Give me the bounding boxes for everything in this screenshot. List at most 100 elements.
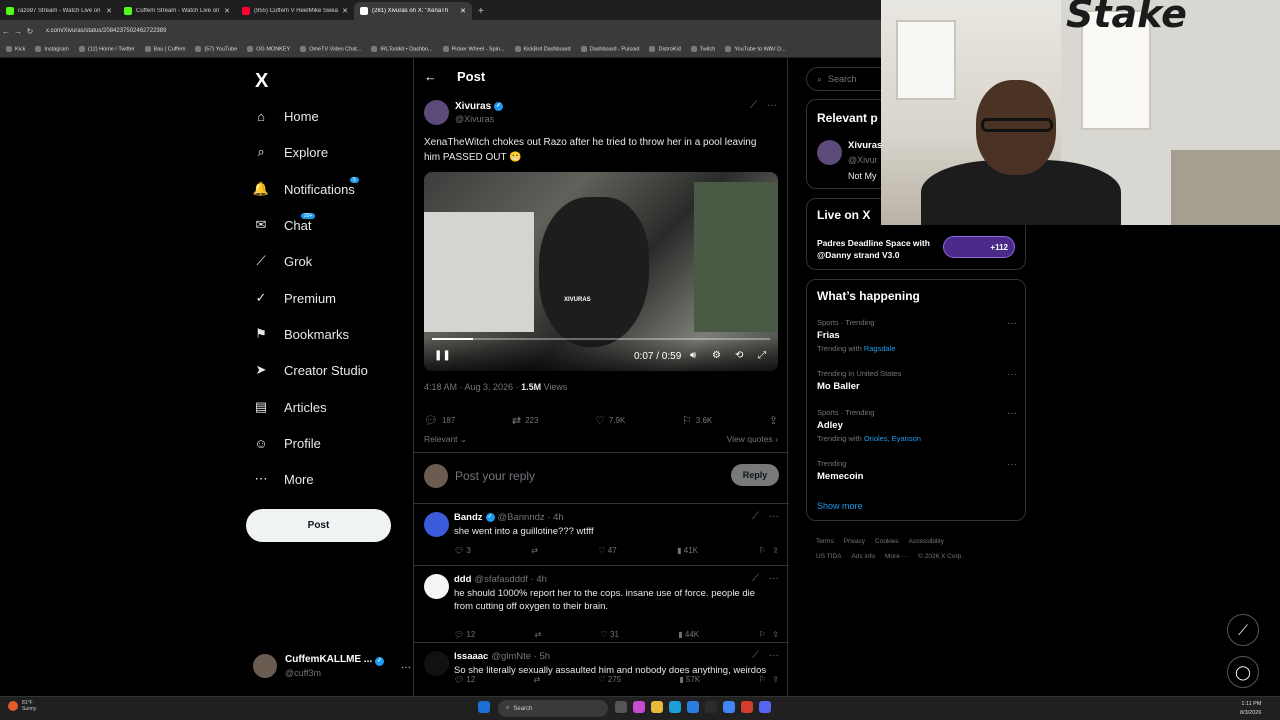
- sidebar-item-grok[interactable]: ⟋ Grok: [252, 252, 312, 270]
- grok-icon[interactable]: ⟋: [752, 511, 759, 522]
- avatar[interactable]: [424, 574, 449, 599]
- bookmark-item[interactable]: Bau | Cuffem: [144, 46, 185, 53]
- share-icon[interactable]: ⇪: [772, 546, 779, 555]
- task-view-icon[interactable]: [615, 701, 627, 713]
- file-explorer-icon[interactable]: [651, 701, 663, 713]
- mail-icon[interactable]: [687, 701, 699, 713]
- footer-link[interactable]: Terms: [816, 538, 834, 545]
- more-icon[interactable]: ···: [401, 662, 411, 673]
- store-icon[interactable]: [705, 701, 717, 713]
- fullscreen-icon[interactable]: ⤢: [758, 350, 766, 361]
- repost-action[interactable]: ⇄ 223: [512, 414, 539, 427]
- comment-author[interactable]: ddd: [454, 574, 471, 585]
- sidebar-item-notifications[interactable]: 🔔 5 Notifications: [252, 177, 359, 198]
- views-action[interactable]: ▮ 41K: [677, 546, 698, 555]
- bookmark-item[interactable]: YouTube to WAV D...: [725, 46, 786, 53]
- close-icon[interactable]: ✕: [106, 7, 112, 15]
- more-icon[interactable]: ···: [769, 573, 779, 584]
- views-action[interactable]: ▮ 57K: [679, 675, 700, 684]
- bookmark-item[interactable]: DistroKid: [649, 46, 681, 53]
- share-icon[interactable]: ⇪: [772, 630, 779, 639]
- view-quotes-link[interactable]: View quotes ›: [727, 434, 778, 445]
- trend-link[interactable]: Ragsdale: [864, 344, 896, 353]
- comment-item[interactable]: Bandz ✓ @Bannndz · 4h she went into a guill…: [414, 504, 789, 566]
- bookmark-item[interactable]: (57) YouTube: [195, 46, 237, 53]
- discord-icon[interactable]: [759, 701, 771, 713]
- bookmark-item[interactable]: Instagram: [35, 46, 69, 53]
- sidebar-item-creator-studio[interactable]: ➤ Creator Studio: [252, 361, 368, 379]
- post-button[interactable]: Post: [246, 509, 391, 542]
- bookmark-icon[interactable]: ⚐: [758, 546, 765, 555]
- app-icon[interactable]: [633, 701, 645, 713]
- bookmark-item[interactable]: (12) Home / Twitter: [78, 46, 135, 53]
- obs-icon[interactable]: [741, 701, 753, 713]
- bookmark-icon[interactable]: ⚐: [758, 675, 765, 684]
- browser-tab[interactable]: Cuffem Stream - Watch Live on ✕: [118, 2, 236, 20]
- trend-item[interactable]: Sports · Trending Adley Trending with Orio…: [817, 408, 1017, 443]
- taskbar-search[interactable]: ⌕ Search: [498, 700, 608, 717]
- grok-floating-button[interactable]: ⟋: [1227, 614, 1259, 646]
- browser-tab-active[interactable]: (281) Xivuras on X: "XenaTh ✕: [354, 2, 472, 20]
- reply-action[interactable]: 💬︎ 12: [454, 675, 475, 684]
- like-action[interactable]: ♡ 7.9K: [595, 414, 625, 427]
- like-action[interactable]: ♡ 31: [601, 630, 619, 639]
- grok-icon[interactable]: ⟋: [752, 650, 759, 661]
- edge-icon[interactable]: [669, 701, 681, 713]
- new-tab-button[interactable]: +: [472, 6, 490, 17]
- settings-icon[interactable]: ⚙: [712, 350, 721, 361]
- windows-start-icon[interactable]: [478, 701, 490, 713]
- show-more-link[interactable]: Show more: [817, 501, 863, 511]
- footer-link[interactable]: Ads info: [852, 553, 876, 560]
- x-logo-icon[interactable]: X: [255, 70, 268, 93]
- more-icon[interactable]: ···: [1007, 318, 1017, 329]
- comment-author[interactable]: Bandz: [454, 512, 483, 523]
- reply-action[interactable]: 💬︎ 12: [454, 630, 475, 639]
- avatar[interactable]: [817, 140, 842, 165]
- back-arrow-icon[interactable]: ←: [424, 69, 437, 84]
- comment-author[interactable]: lssaaac: [454, 651, 488, 662]
- footer-link[interactable]: US TIDA: [816, 553, 842, 560]
- volume-icon[interactable]: 🔊︎: [690, 350, 696, 361]
- bookmark-item[interactable]: Twitch: [690, 46, 715, 53]
- url-field[interactable]: x.com/Xivuras/status/2084237502462722389: [46, 28, 166, 34]
- bookmark-item[interactable]: KickBot Dashboard: [514, 46, 571, 53]
- bookmark-action[interactable]: ⚐ 3.6K: [682, 414, 712, 427]
- repost-icon[interactable]: ⇄: [534, 675, 541, 684]
- reply-action[interactable]: 💬︎ 187: [424, 414, 455, 427]
- system-clock[interactable]: 1:11 PM 8/3/2026: [1240, 700, 1261, 718]
- trend-item[interactable]: Trending Memecoin ···: [817, 459, 1017, 482]
- repost-icon[interactable]: ⇄: [531, 546, 538, 555]
- footer-link[interactable]: © 2026 X Corp.: [918, 553, 963, 560]
- trend-link[interactable]: Orioles, Eyanson: [864, 434, 921, 443]
- bookmark-item[interactable]: OmeTV Video Chat...: [300, 46, 361, 53]
- reply-button[interactable]: Reply: [731, 464, 779, 486]
- trend-item[interactable]: Sports · Trending Frias Trending with Rags…: [817, 318, 1017, 353]
- grok-icon[interactable]: ⟋: [750, 100, 757, 111]
- grok-icon[interactable]: ⟋: [752, 573, 759, 584]
- messages-floating-button[interactable]: ◯: [1227, 656, 1259, 688]
- avatar[interactable]: [424, 651, 449, 676]
- live-space-title[interactable]: Padres Deadline Space with @Danny strand…: [817, 237, 937, 261]
- close-icon[interactable]: ✕: [460, 7, 466, 15]
- weather-widget[interactable]: 81°F Sunny: [8, 700, 36, 712]
- share-action[interactable]: ⇪: [769, 414, 778, 427]
- views-action[interactable]: ▮ 44K: [678, 630, 699, 639]
- sidebar-item-bookmarks[interactable]: ⚑ Bookmarks: [252, 325, 349, 343]
- sidebar-item-profile[interactable]: ☺ Profile: [252, 434, 321, 452]
- relevant-sort-dropdown[interactable]: Relevant ⌄: [424, 434, 467, 445]
- more-icon[interactable]: ···: [1007, 369, 1017, 380]
- close-icon[interactable]: ✕: [224, 7, 230, 15]
- chrome-icon[interactable]: [723, 701, 735, 713]
- bookmark-item[interactable]: IRLToolkit • Dashbo...: [371, 46, 433, 53]
- comment-item[interactable]: ddd @sfafasdddf · 4h he should 1000% repor…: [414, 566, 789, 643]
- sidebar-item-explore[interactable]: ⌕ Explore: [252, 143, 328, 161]
- footer-link[interactable]: More ···: [885, 553, 908, 560]
- back-icon[interactable]: ←: [0, 27, 12, 36]
- more-icon[interactable]: ···: [769, 511, 779, 522]
- loop-icon[interactable]: ⟲: [735, 350, 743, 361]
- more-icon[interactable]: ···: [767, 100, 777, 111]
- more-icon[interactable]: ···: [1007, 459, 1017, 470]
- bookmark-item[interactable]: OG MONKEY: [247, 46, 290, 53]
- forward-icon[interactable]: →: [12, 27, 24, 36]
- sidebar-item-premium[interactable]: ✓ Premium: [252, 289, 336, 307]
